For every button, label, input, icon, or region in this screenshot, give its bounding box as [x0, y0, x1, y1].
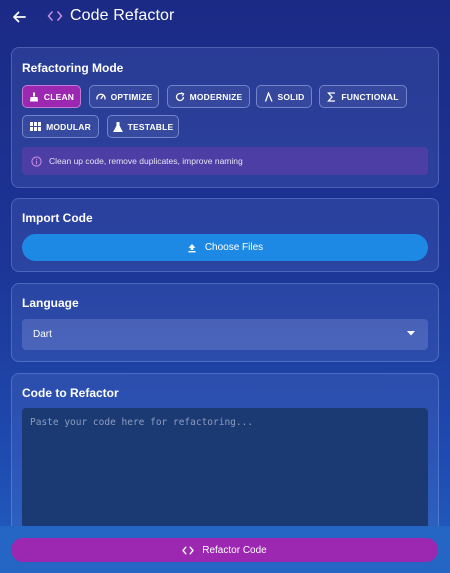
info-circle-icon: [31, 155, 42, 167]
mode-chip-solid[interactable]: SOLID: [256, 85, 312, 108]
code-input-title: Code to Refactor: [22, 386, 119, 400]
code-brackets-icon: [182, 546, 194, 554]
code-brackets-icon: [47, 10, 63, 22]
mode-chip-clean[interactable]: CLEAN: [22, 85, 81, 108]
flask-icon: [112, 121, 123, 132]
language-title: Language: [22, 296, 79, 310]
mode-chip-label: SOLID: [277, 91, 305, 102]
bottom-action-bar: Refactor Code: [0, 526, 450, 573]
app-bar: Code Refactor: [0, 0, 450, 36]
refresh-icon: [175, 91, 185, 101]
mode-chip-label: CLEAN: [43, 91, 75, 102]
mode-description: Clean up code, remove duplicates, improv…: [22, 147, 428, 175]
arrow-left-icon: [13, 11, 26, 23]
speedometer-icon: [95, 93, 106, 100]
language-card: Language Dart: [11, 283, 439, 362]
mode-description-text: Clean up code, remove duplicates, improv…: [49, 156, 243, 166]
code-input-card: Code to Refactor: [11, 373, 439, 548]
upload-icon: [188, 243, 196, 252]
choose-files-label: Choose Files: [204, 242, 264, 253]
refactoring-mode-card: Refactoring Mode CLEAN OPTIMIZE MODERNIZ…: [11, 47, 439, 188]
language-select[interactable]: Dart: [22, 319, 428, 350]
refactor-code-button[interactable]: Refactor Code: [11, 538, 438, 562]
language-selected-value: Dart: [33, 329, 52, 340]
mode-chip-functional[interactable]: FUNCTIONAL: [319, 85, 407, 108]
mode-chip-modernize[interactable]: MODERNIZE: [167, 85, 250, 108]
sigma-icon: [327, 91, 336, 102]
back-button[interactable]: [10, 8, 28, 26]
import-code-title: Import Code: [22, 211, 93, 225]
import-code-card: Import Code Choose Files: [11, 198, 439, 272]
choose-files-button[interactable]: Choose Files: [22, 234, 428, 261]
mode-chip-label: FUNCTIONAL: [341, 91, 399, 102]
mode-chip-modular[interactable]: MODULAR: [22, 115, 99, 138]
caret-down-icon: [407, 331, 415, 336]
mode-chip-label: OPTIMIZE: [110, 91, 153, 102]
mode-chip-label: MODERNIZE: [189, 91, 243, 102]
mode-chip-optimize[interactable]: OPTIMIZE: [89, 85, 159, 108]
lambda-icon: [264, 91, 273, 102]
mode-chip-label: TESTABLE: [127, 121, 174, 132]
mode-chip-testable[interactable]: TESTABLE: [107, 115, 179, 138]
grid-icon: [30, 122, 42, 131]
mode-chip-label: MODULAR: [46, 121, 91, 132]
broom-icon: [29, 92, 38, 101]
refactoring-mode-title: Refactoring Mode: [22, 61, 124, 75]
refactor-code-label: Refactor Code: [202, 544, 267, 556]
page-title: Code Refactor: [70, 7, 175, 24]
